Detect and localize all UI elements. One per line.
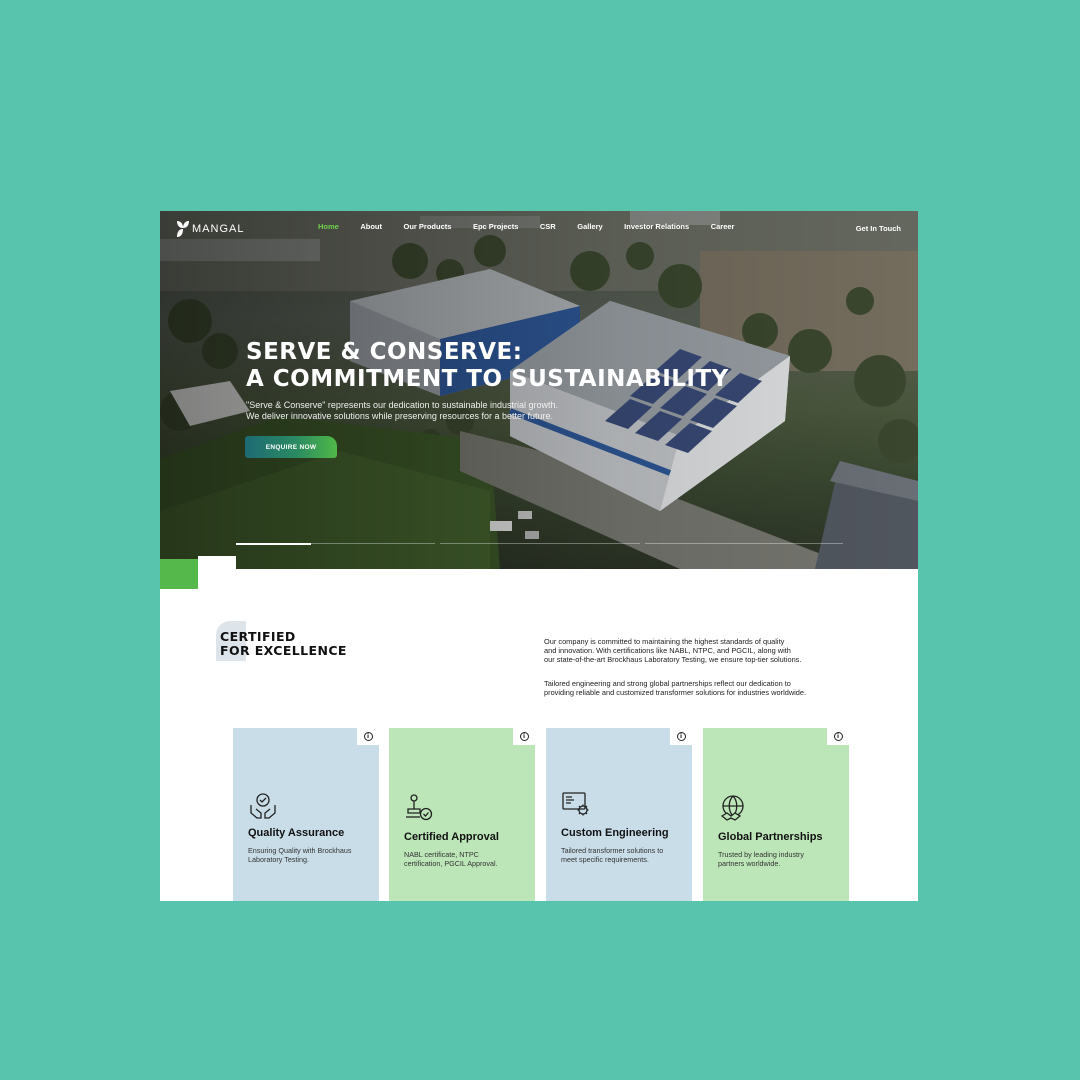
- hero-section: MANGAL Home About Our Products Epc Proje…: [160, 211, 918, 569]
- nav-about[interactable]: About: [360, 222, 382, 231]
- brand-name: MANGAL: [192, 223, 245, 235]
- hero-title: SERVE & CONSERVE: A COMMITMENT TO SUSTAI…: [246, 339, 729, 393]
- card-description: Trusted by leading industry partners wor…: [718, 850, 805, 868]
- brand-logo[interactable]: MANGAL: [176, 219, 244, 239]
- nav-our-products[interactable]: Our Products: [404, 222, 452, 231]
- stamp-check-icon: [406, 794, 433, 821]
- website-frame: MANGAL Home About Our Products Epc Proje…: [160, 211, 918, 901]
- hero-subtitle-line2: We deliver innovative solutions while pr…: [246, 411, 553, 421]
- get-in-touch-link[interactable]: Get In Touch: [856, 224, 901, 233]
- card-title: Certified Approval: [404, 831, 499, 843]
- nav-gallery[interactable]: Gallery: [577, 222, 602, 231]
- info-icon[interactable]: i: [827, 728, 849, 745]
- globe-handshake-icon: [720, 795, 744, 821]
- hero-subtitle: "Serve & Conserve" represents our dedica…: [246, 400, 558, 422]
- green-accent-block: [160, 559, 198, 589]
- certified-paragraph-2-line1: Tailored engineering and strong global p…: [544, 679, 791, 688]
- info-icon[interactable]: i: [670, 728, 692, 745]
- quality-hands-icon: [250, 793, 276, 819]
- hero-subtitle-line1: "Serve & Conserve" represents our dedica…: [246, 400, 559, 410]
- card-custom-engineering[interactable]: i Custom Engineering Tailored transforme…: [546, 728, 692, 901]
- nav-career[interactable]: Career: [711, 222, 735, 231]
- leaf-logo-icon: [177, 221, 189, 237]
- certified-paragraph-2-line2: providing reliable and customized transf…: [544, 688, 807, 698]
- white-notch: [198, 556, 236, 569]
- enquire-now-button[interactable]: ENQUIRE NOW: [245, 436, 337, 458]
- card-certified-approval[interactable]: i Certified Approval NABL certificate, N…: [389, 728, 535, 901]
- certified-paragraph-1-line1: Our company is committed to maintaining …: [544, 637, 785, 646]
- slider-progress-track-3[interactable]: [645, 543, 843, 544]
- hero-title-line2: A COMMITMENT TO SUSTAINABILITY: [246, 366, 729, 392]
- card-title: Quality Assurance: [248, 827, 345, 839]
- card-title: Global Partnerships: [718, 831, 823, 843]
- card-description: Ensuring Quality with Brockhaus Laborato…: [248, 846, 352, 864]
- monitor-gear-icon: [562, 792, 589, 816]
- certified-heading: CERTIFIED FOR EXCELLENCE: [220, 630, 347, 657]
- certified-paragraph-1-line3: our state-of-the-art Brockhaus Laborator…: [544, 655, 802, 665]
- info-icon[interactable]: i: [357, 728, 379, 745]
- certified-paragraph-2: Tailored engineering and strong global p…: [544, 679, 874, 697]
- nav-epc-projects[interactable]: Epc Projects: [473, 222, 518, 231]
- card-description: NABL certificate, NTPC certification, PG…: [404, 850, 498, 868]
- card-quality-assurance[interactable]: i Quality Assurance Ensuring Quality wit…: [233, 728, 379, 901]
- hero-title-line1: SERVE & CONSERVE:: [246, 339, 523, 365]
- card-description: Tailored transformer solutions to meet s…: [561, 846, 664, 864]
- nav-investor-relations[interactable]: Investor Relations: [624, 222, 689, 231]
- info-icon[interactable]: i: [513, 728, 535, 745]
- certified-heading-line2: FOR EXCELLENCE: [220, 642, 347, 658]
- certified-heading-line1: CERTIFIED: [220, 629, 296, 644]
- slider-progress-active[interactable]: [236, 543, 311, 545]
- card-global-partnerships[interactable]: i Global Partnerships Trusted by leading…: [703, 728, 849, 901]
- slider-progress-track-2[interactable]: [440, 543, 640, 544]
- certified-paragraph-1: Our company is committed to maintaining …: [544, 637, 874, 665]
- slider-progress-track-1[interactable]: [311, 543, 435, 544]
- certified-paragraph-1-line2: and innovation. With certifications like…: [544, 646, 791, 656]
- nav-csr[interactable]: CSR: [540, 222, 556, 231]
- nav-home[interactable]: Home: [318, 222, 339, 231]
- main-nav: Home About Our Products Epc Projects CSR…: [318, 222, 756, 231]
- card-title: Custom Engineering: [561, 827, 669, 839]
